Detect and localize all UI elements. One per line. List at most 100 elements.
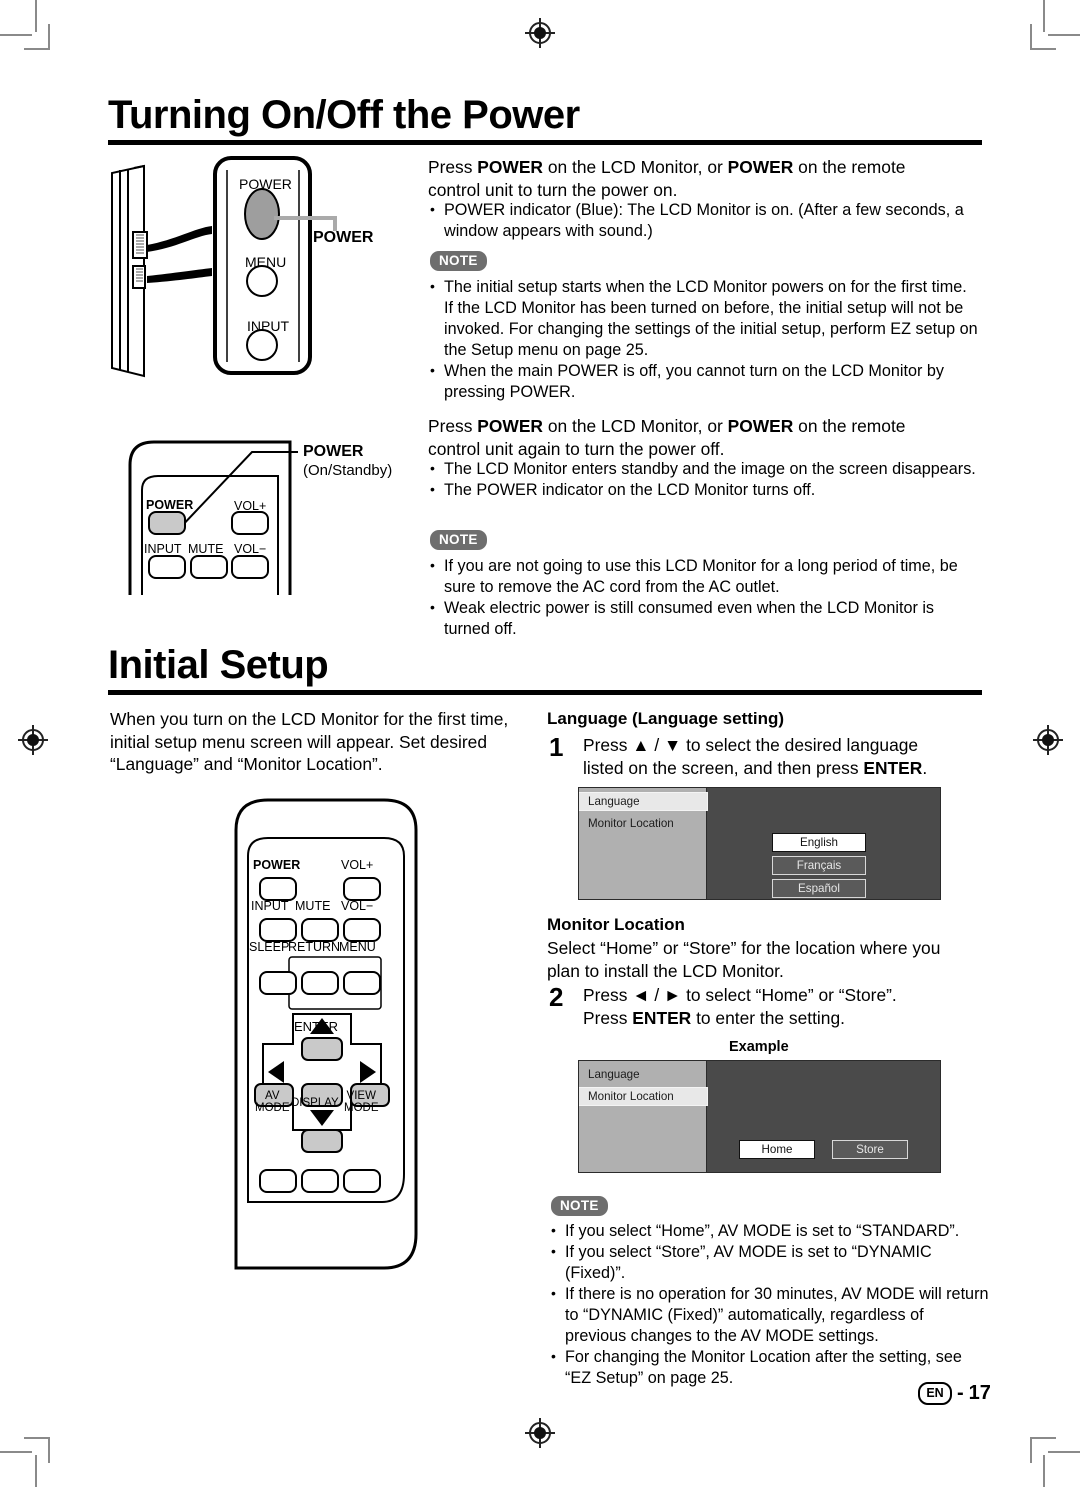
- intro-l1: When you turn on the LCD Monitor for the…: [110, 709, 509, 729]
- osd-sidebar-item-language[interactable]: Language: [579, 792, 708, 811]
- lang-step-l2c: .: [922, 757, 928, 778]
- ml-step-sep: /: [649, 985, 665, 1005]
- power-off-bullets: The LCD Monitor enters standby and the i…: [428, 458, 980, 501]
- crop-mark-br-h: [1048, 1451, 1080, 1453]
- note-2-bullets: If you are not going to use this LCD Mon…: [428, 555, 983, 640]
- remote-large-key-display: DISPLAY: [291, 1097, 339, 1109]
- av-mode-line2: MODE: [255, 1102, 290, 1114]
- note-3-bullets: If you select “Home”, AV MODE is set to …: [549, 1220, 989, 1389]
- osd-option-espanol[interactable]: Español: [772, 879, 866, 898]
- osd-option-francais[interactable]: Français: [772, 856, 866, 875]
- ml-step-l2a: Press: [583, 1007, 633, 1028]
- osd-sidebar-item-monitor-location[interactable]: Monitor Location: [579, 814, 707, 833]
- crop-mark-tl-h: [0, 34, 32, 36]
- power-off-paragraph: Press POWER on the LCD Monitor, or POWER…: [428, 415, 988, 460]
- crop-corner-br-h: [1030, 1437, 1056, 1439]
- remote-small-key-vol-plus: VOL+: [234, 499, 267, 513]
- note-badge-3: NOTE: [551, 1196, 608, 1216]
- av-mode-line1: AV: [265, 1090, 280, 1102]
- ml-desc-l2: plan to install the LCD Monitor.: [547, 960, 784, 981]
- list-item: The POWER indicator on the LCD Monitor t…: [428, 479, 980, 501]
- note-badge-1: NOTE: [430, 251, 487, 271]
- lang-step-l2a: listed on the screen, and then press: [583, 757, 864, 778]
- osd-option-english[interactable]: English: [772, 833, 866, 852]
- osd-language-screen: Language Monitor Location English França…: [578, 787, 941, 900]
- language-step-text: Press ▲ / ▼ to select the desired langua…: [583, 734, 983, 779]
- note-badge-2: NOTE: [430, 530, 487, 550]
- remote-large-key-enter: ENTER: [294, 1019, 339, 1034]
- crop-mark-tl-v: [35, 0, 37, 32]
- panel-input-label: INPUT: [247, 318, 289, 334]
- remote-large-key-input: INPUT: [251, 899, 289, 913]
- initial-setup-intro: When you turn on the LCD Monitor for the…: [110, 708, 530, 776]
- registration-mark-top: [525, 18, 555, 48]
- osd-option-home[interactable]: Home: [739, 1140, 815, 1159]
- monitor-location-step-text: Press ◄ / ► to select “Home” or “Store”.…: [583, 984, 983, 1029]
- power-on-l1a: Press: [428, 157, 478, 177]
- osd-sidebar-item-language-2[interactable]: Language: [579, 1065, 707, 1084]
- power-off-l1a: Press: [428, 416, 478, 436]
- remote-large-key-power: POWER: [253, 858, 301, 872]
- osd-option-store[interactable]: Store: [832, 1140, 908, 1159]
- panel-power-callout: POWER: [313, 229, 374, 246]
- remote-large-key-vol-minus: VOL−: [341, 899, 374, 913]
- crop-corner-tl-v: [48, 24, 50, 50]
- page-footer: EN - 17: [918, 1382, 991, 1405]
- list-item: If you are not going to use this LCD Mon…: [428, 555, 983, 598]
- list-item: POWER indicator (Blue): The LCD Monitor …: [428, 199, 983, 242]
- crop-mark-bl-h: [0, 1451, 32, 1453]
- crop-corner-tr-v: [1030, 24, 1032, 50]
- locale-badge: EN: [918, 1382, 952, 1405]
- panel-menu-label: MENU: [245, 254, 287, 270]
- list-item: The initial setup starts when the LCD Mo…: [428, 276, 980, 361]
- list-item: If you select “Store”, AV MODE is set to…: [549, 1241, 989, 1284]
- ml-step-l2c: to enter the setting.: [691, 1007, 845, 1028]
- osd-sidebar-item-monitor-location-2[interactable]: Monitor Location: [579, 1087, 708, 1106]
- crop-corner-br-v: [1030, 1437, 1032, 1463]
- language-heading: Language (Language setting): [547, 709, 785, 728]
- power-on-l2: control unit to turn the power on.: [428, 179, 678, 200]
- crop-corner-bl-h: [24, 1437, 50, 1439]
- osd-monitor-location-screen: Language Monitor Location Home Store: [578, 1060, 941, 1173]
- remote-large-key-vol-plus: VOL+: [341, 858, 374, 872]
- ml-desc-l1: Select “Home” or “Store” for the locatio…: [547, 938, 941, 958]
- monitor-location-desc: Select “Home” or “Store” for the locatio…: [547, 937, 987, 982]
- power-on-l1e: on the remote: [793, 157, 906, 177]
- crop-corner-tl-h: [24, 48, 50, 50]
- down-arrow-icon: ▼: [664, 735, 682, 755]
- manual-page: Turning On/Off the Power POWER MENU INPU…: [0, 0, 1080, 1487]
- remote-large-key-av-mode: AV MODE: [255, 1090, 290, 1114]
- panel-power-label: POWER: [239, 176, 292, 192]
- crop-mark-bl-v: [35, 1455, 37, 1487]
- crop-corner-tr-h: [1030, 48, 1056, 50]
- remote-small-key-input: INPUT: [144, 542, 182, 556]
- remote-large-key-return: RETURN: [288, 940, 341, 954]
- note-1-bullets: The initial setup starts when the LCD Mo…: [428, 276, 980, 403]
- power-on-l1c: on the LCD Monitor, or: [543, 157, 728, 177]
- power-off-l1c: on the LCD Monitor, or: [543, 416, 728, 436]
- section-title-initial-setup: Initial Setup: [108, 643, 329, 687]
- remote-small-power-callout: POWER: [303, 443, 364, 460]
- remote-large-key-view-mode: VIEW MODE: [344, 1090, 379, 1114]
- lang-step-l1b: to select the desired language: [681, 735, 919, 755]
- monitor-location-heading: Monitor Location: [547, 915, 685, 934]
- registration-mark-bottom: [525, 1418, 555, 1448]
- list-item: When the main POWER is off, you cannot t…: [428, 360, 980, 403]
- crop-mark-br-v: [1043, 1455, 1045, 1487]
- ml-step-l1a: Press: [583, 985, 633, 1005]
- title-rule-1: [108, 140, 982, 145]
- crop-corner-bl-v: [48, 1437, 50, 1463]
- power-on-l1d: POWER: [727, 157, 794, 177]
- view-mode-line1: VIEW: [346, 1090, 376, 1102]
- power-on-paragraph: Press POWER on the LCD Monitor, or POWER…: [428, 156, 988, 201]
- list-item-sub: If there is no operation for 30 minutes,…: [549, 1283, 989, 1347]
- power-off-l1d: POWER: [727, 416, 794, 436]
- lang-step-sep: /: [649, 735, 665, 755]
- right-arrow-icon: ►: [664, 985, 682, 1005]
- crop-mark-tr-v: [1043, 0, 1045, 32]
- page-number: 17: [968, 1382, 991, 1404]
- remote-small-key-vol-minus: VOL−: [234, 542, 267, 556]
- power-off-l2: control unit again to turn the power off…: [428, 438, 725, 459]
- example-label: Example: [729, 1039, 789, 1055]
- lang-step-l2b: ENTER: [863, 757, 923, 778]
